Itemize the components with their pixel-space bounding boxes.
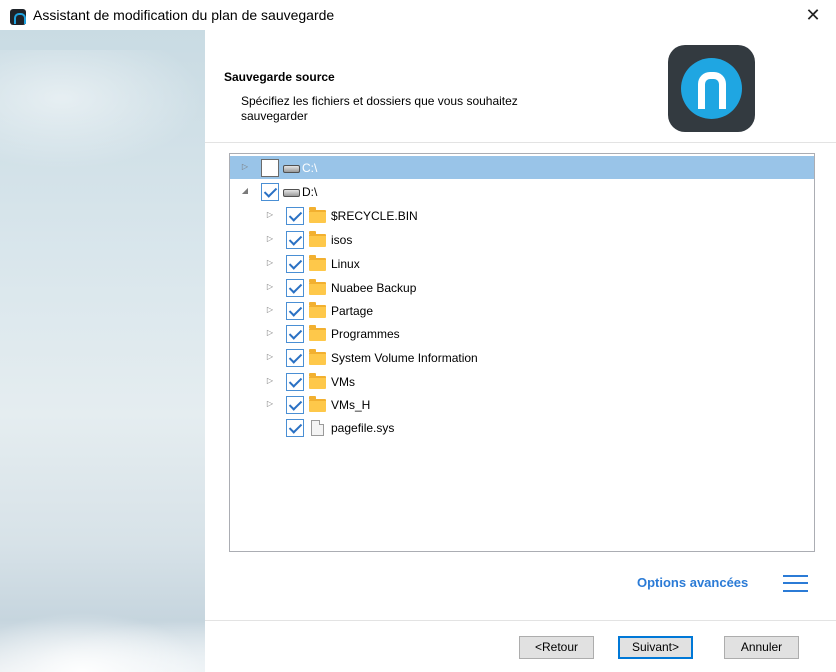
wizard-window: Assistant de modification du plan de sau…	[0, 0, 836, 672]
tree-item-label: D:\	[302, 185, 318, 199]
wizard-header: Sauvegarde source Spécifiez les fichiers…	[205, 30, 836, 142]
tree-item-label: Linux	[331, 257, 360, 271]
close-button[interactable]: ✕	[790, 0, 836, 30]
folder-icon	[309, 279, 326, 295]
page-subtitle: Spécifiez les fichiers et dossiers que v…	[241, 94, 518, 123]
checkbox[interactable]	[286, 419, 304, 437]
tree-row-folder[interactable]: ▷ isos	[230, 228, 814, 251]
expand-arrow-icon[interactable]: ▷	[265, 305, 275, 315]
footer-divider	[205, 620, 836, 621]
tree-row-folder[interactable]: ▷ Linux	[230, 252, 814, 275]
expand-arrow-icon[interactable]: ▷	[265, 282, 275, 292]
page-title: Sauvegarde source	[224, 70, 335, 84]
back-button[interactable]: <Retour	[519, 636, 594, 659]
expand-arrow-icon[interactable]: ▷	[265, 210, 275, 220]
checkbox[interactable]	[286, 325, 304, 343]
tree-item-label: Programmes	[331, 327, 400, 341]
tree-row-folder[interactable]: ▷ Programmes	[230, 322, 814, 345]
tree-item-label: pagefile.sys	[331, 421, 395, 435]
expand-arrow-icon[interactable]: ▷	[240, 162, 250, 172]
folder-icon	[309, 231, 326, 247]
advanced-options-link[interactable]: Options avancées	[637, 575, 748, 590]
cancel-button[interactable]: Annuler	[724, 636, 799, 659]
folder-icon	[309, 349, 326, 365]
tree-row-folder[interactable]: ▷ Partage	[230, 299, 814, 322]
checkbox[interactable]	[286, 279, 304, 297]
checkbox[interactable]	[286, 396, 304, 414]
folder-icon	[309, 396, 326, 412]
folder-icon	[309, 373, 326, 389]
tree-item-label: Partage	[331, 304, 374, 318]
checkbox[interactable]	[286, 302, 304, 320]
sidebar-sky-image	[0, 30, 205, 672]
expand-arrow-icon[interactable]: ▷	[265, 399, 275, 409]
checkbox-d-drive[interactable]	[261, 183, 279, 201]
expand-arrow-icon[interactable]: ▷	[265, 352, 275, 362]
next-button[interactable]: Suivant>	[618, 636, 693, 659]
folder-icon	[309, 255, 326, 271]
tree-item-label: System Volume Information	[331, 351, 478, 365]
expand-arrow-icon[interactable]: ▷	[265, 328, 275, 338]
drive-icon	[283, 189, 300, 197]
checkbox[interactable]	[286, 349, 304, 367]
checkbox[interactable]	[286, 231, 304, 249]
checkbox[interactable]	[286, 373, 304, 391]
tree-item-label: $RECYCLE.BIN	[331, 209, 418, 223]
tree-item-label: VMs	[331, 375, 355, 389]
checkbox-c-drive[interactable]	[261, 159, 279, 177]
tree-item-label: C:\	[302, 161, 318, 175]
expand-arrow-icon[interactable]: ▷	[265, 234, 275, 244]
app-icon	[10, 9, 26, 25]
folder-icon	[309, 302, 326, 318]
brand-logo-icon	[668, 45, 755, 132]
hamburger-menu-icon[interactable]	[783, 572, 808, 594]
collapse-arrow-icon[interactable]: ◢	[240, 186, 250, 196]
drive-icon	[283, 165, 300, 173]
tree-row-file[interactable]: pagefile.sys	[230, 416, 814, 439]
title-bar: Assistant de modification du plan de sau…	[0, 0, 836, 30]
folder-icon	[309, 207, 326, 223]
tree-row-folder[interactable]: ▷ VMs	[230, 370, 814, 393]
folder-icon	[309, 325, 326, 341]
tree-item-label: isos	[331, 233, 353, 247]
window-title: Assistant de modification du plan de sau…	[33, 7, 335, 23]
expand-arrow-icon[interactable]: ▷	[265, 376, 275, 386]
file-tree[interactable]: ▷ C:\ ◢ D:\ ▷ $RECYCLE.BIN ▷ isos ▷ Linu…	[229, 153, 815, 552]
tree-row-folder[interactable]: ▷ System Volume Information	[230, 346, 814, 369]
file-icon	[311, 420, 324, 436]
tree-row-c-drive[interactable]: ▷ C:\	[230, 156, 814, 179]
checkbox[interactable]	[286, 207, 304, 225]
checkbox[interactable]	[286, 255, 304, 273]
tree-row-d-drive[interactable]: ◢ D:\	[230, 180, 814, 203]
tree-item-label: VMs_H	[331, 398, 371, 412]
header-divider	[205, 142, 836, 143]
tree-item-label: Nuabee Backup	[331, 281, 417, 295]
tree-row-folder[interactable]: ▷ VMs_H	[230, 393, 814, 416]
expand-arrow-icon[interactable]: ▷	[265, 258, 275, 268]
tree-row-folder[interactable]: ▷ $RECYCLE.BIN	[230, 204, 814, 227]
tree-row-folder[interactable]: ▷ Nuabee Backup	[230, 276, 814, 299]
